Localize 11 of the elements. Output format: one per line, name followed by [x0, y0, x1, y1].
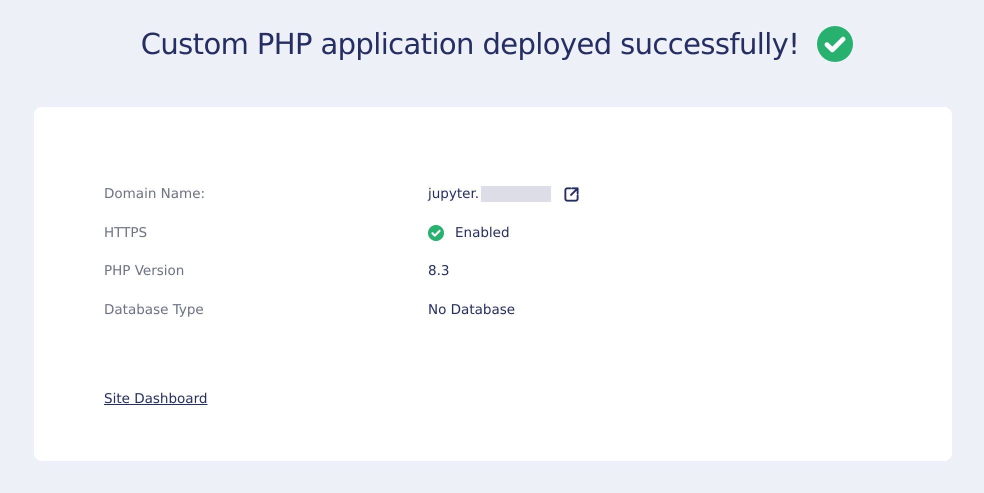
field-label: Database Type: [104, 302, 205, 318]
domain-value: jupyter.: [428, 186, 480, 202]
field-label: Domain Name:: [104, 186, 206, 202]
field-value: No Database: [428, 302, 516, 318]
external-link-icon[interactable]: [563, 186, 580, 203]
page-title: Custom PHP application deployed successfully!: [140, 26, 800, 60]
field-label: HTTPS: [104, 224, 148, 241]
field-value: 8.3: [428, 263, 450, 280]
field-label: PHP Version: [104, 263, 186, 280]
site-dashboard-link[interactable]: Site Dashboard: [104, 391, 208, 407]
status-value: Enabled: [455, 224, 510, 241]
